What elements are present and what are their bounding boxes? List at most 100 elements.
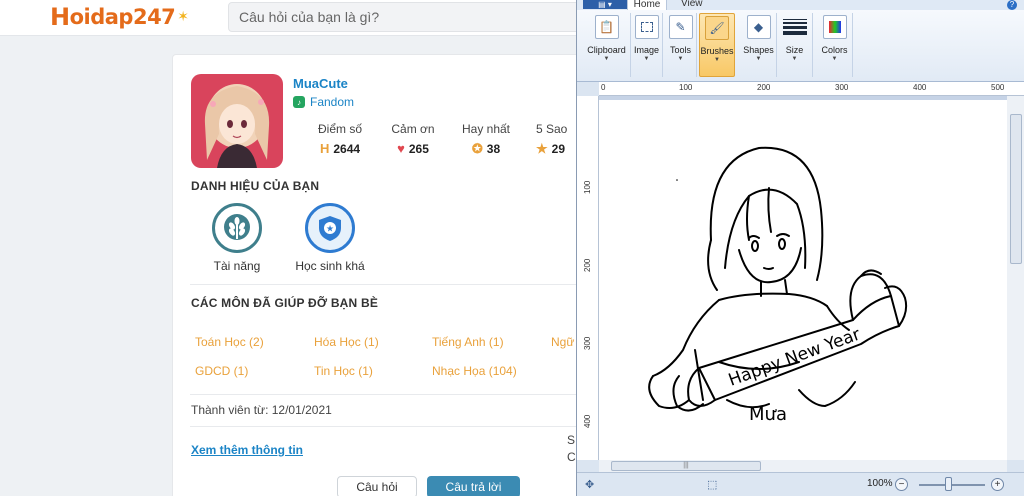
ruler-label: 500 bbox=[991, 83, 1005, 92]
zoom-slider-thumb[interactable] bbox=[945, 477, 952, 491]
badge-label: Học sinh khá bbox=[295, 259, 365, 273]
zoom-in-button[interactable]: + bbox=[991, 478, 1004, 491]
rank-badge: ♪ Fandom bbox=[293, 95, 354, 109]
subject-link[interactable]: Hóa Học (1) bbox=[314, 335, 379, 349]
divider bbox=[190, 426, 592, 427]
chevron-down-icon: ▼ bbox=[755, 56, 762, 62]
divider bbox=[190, 284, 592, 285]
member-since: Thành viên từ: 12/01/2021 bbox=[191, 403, 332, 417]
stat-points: Điểm số H 2644 bbox=[310, 122, 370, 156]
h-logo-icon: H bbox=[319, 141, 330, 156]
colors-icon bbox=[822, 15, 847, 39]
ribbon-tab-bar: ▤ ▾ Home View ? bbox=[577, 0, 1024, 10]
logo-h-letter: H bbox=[50, 3, 70, 31]
partial-text: C bbox=[567, 450, 576, 464]
zoom-level: 100% bbox=[867, 478, 893, 489]
chevron-down-icon: ▼ bbox=[603, 56, 610, 62]
badge-good-student[interactable]: ★ Học sinh khá bbox=[280, 203, 380, 273]
stat-five-star: 5 Sao ★ 29 bbox=[536, 122, 576, 157]
group-tools[interactable]: ✎ Tools ▼ bbox=[665, 13, 697, 77]
subject-link[interactable]: Nhạc Họa (104) bbox=[432, 364, 517, 378]
brush-icon: 🖌 bbox=[705, 16, 729, 40]
tab-view[interactable]: View bbox=[681, 0, 703, 9]
heart-icon: ♥ bbox=[397, 141, 405, 156]
badge-label: Tài năng bbox=[213, 259, 261, 273]
ribbon: 📋 Clipboard ▼ Image ▼ ✎ Tools ▼ 🖌 Brushe… bbox=[577, 10, 1024, 82]
fandom-icon: ♪ bbox=[293, 96, 305, 108]
ruler-label: 400 bbox=[583, 414, 592, 428]
group-label: Size bbox=[785, 45, 804, 55]
scrollbar-thumb[interactable] bbox=[1010, 114, 1022, 264]
ruler-label: 400 bbox=[913, 83, 927, 92]
horizontal-scrollbar[interactable]: ||| bbox=[599, 460, 1007, 472]
zoom-out-button[interactable]: − bbox=[895, 478, 908, 491]
chevron-down-icon: ▼ bbox=[677, 56, 684, 62]
group-size[interactable]: Size ▼ bbox=[777, 13, 813, 77]
clipboard-icon: 📋 bbox=[594, 15, 619, 39]
group-clipboard[interactable]: 📋 Clipboard ▼ bbox=[583, 13, 631, 77]
stat-best: Hay nhất ✪ 38 bbox=[458, 122, 514, 157]
badge-talent[interactable]: Tài năng bbox=[187, 203, 287, 273]
stat-label: 5 Sao bbox=[536, 122, 568, 136]
tab-home[interactable]: Home bbox=[627, 0, 667, 10]
group-label: Shapes bbox=[743, 45, 774, 55]
selection-size-icon: ⬚ bbox=[707, 479, 718, 491]
username[interactable]: MuaCute bbox=[293, 76, 348, 91]
drawing-canvas[interactable]: Happy New Year Mưa bbox=[599, 100, 1007, 460]
group-brushes[interactable]: 🖌 Brushes ▼ bbox=[699, 13, 735, 77]
group-image[interactable]: Image ▼ bbox=[631, 13, 663, 77]
vertical-ruler: 100 200 300 400 bbox=[577, 96, 599, 460]
star-icon: ★ bbox=[536, 141, 548, 156]
medal-icon: ✪ bbox=[471, 141, 483, 156]
ruler-label: 0 bbox=[601, 83, 606, 92]
group-label: Image bbox=[633, 45, 659, 55]
canvas-area[interactable]: Happy New Year Mưa bbox=[599, 96, 1007, 460]
ruler-label: 100 bbox=[679, 83, 693, 92]
ruler-label: 200 bbox=[583, 258, 592, 272]
group-shapes[interactable]: ◆ Shapes ▼ bbox=[741, 13, 777, 77]
zoom-slider[interactable] bbox=[919, 484, 985, 486]
ruler-label: 300 bbox=[835, 83, 849, 92]
avatar bbox=[191, 74, 283, 168]
search-input[interactable]: Câu hỏi của bạn là gì? bbox=[228, 2, 588, 32]
ruler-label: 300 bbox=[583, 336, 592, 350]
partial-text: S bbox=[567, 433, 576, 447]
group-colors[interactable]: Colors ▼ bbox=[817, 13, 853, 77]
tab-questions[interactable]: Câu hỏi bbox=[337, 476, 417, 496]
vertical-scrollbar[interactable] bbox=[1007, 96, 1024, 460]
ruler-label: 200 bbox=[757, 83, 771, 92]
signature-text: Mưa bbox=[749, 404, 787, 425]
tools-icon: ✎ bbox=[668, 15, 693, 39]
titles-heading: DANH HIỆU CỦA BẠN bbox=[191, 179, 320, 193]
group-label: Brushes bbox=[700, 46, 734, 56]
subject-link[interactable]: Tin Học (1) bbox=[314, 364, 373, 378]
subject-link[interactable]: Tiếng Anh (1) bbox=[432, 335, 504, 349]
app-menu-button[interactable]: ▤ ▾ bbox=[583, 0, 627, 9]
cursor-position-icon: ✥ bbox=[585, 479, 595, 491]
stat-value: 38 bbox=[486, 142, 501, 156]
stat-value: 29 bbox=[551, 142, 566, 156]
site-logo[interactable]: H oidap247 ✶ bbox=[50, 3, 189, 31]
tab-answers[interactable]: Câu trả lời bbox=[427, 476, 520, 496]
help-icon[interactable]: ? bbox=[1007, 0, 1017, 10]
stat-value: 265 bbox=[408, 141, 429, 156]
chevron-down-icon: ▼ bbox=[643, 56, 650, 62]
sketch-drawing: Happy New Year Mưa bbox=[648, 146, 908, 425]
subject-link[interactable]: Toán Học (2) bbox=[195, 335, 264, 349]
scrollbar-thumb[interactable]: ||| bbox=[611, 461, 761, 471]
shapes-icon: ◆ bbox=[746, 15, 771, 39]
subjects-heading: CÁC MÔN ĐÃ GIÚP ĐỠ BẠN BÈ bbox=[191, 296, 379, 310]
group-label: Colors bbox=[821, 45, 848, 55]
group-label: Clipboard bbox=[587, 45, 626, 55]
subject-link[interactable]: Ngữ bbox=[551, 335, 574, 349]
ruler-label: 100 bbox=[583, 180, 592, 194]
shield-star-icon: ★ bbox=[305, 203, 355, 253]
subject-link[interactable]: GDCD (1) bbox=[195, 364, 248, 378]
search-placeholder: Câu hỏi của bạn là gì? bbox=[239, 9, 380, 25]
sparkle-icon: ✶ bbox=[177, 9, 189, 25]
group-label: Tools bbox=[669, 45, 691, 55]
stat-label: Điểm số bbox=[317, 122, 362, 136]
horizontal-ruler: 0 100 200 300 400 500 bbox=[599, 82, 1024, 96]
more-info-link[interactable]: Xem thêm thông tin bbox=[191, 443, 303, 457]
stat-label: Hay nhất bbox=[461, 122, 511, 136]
